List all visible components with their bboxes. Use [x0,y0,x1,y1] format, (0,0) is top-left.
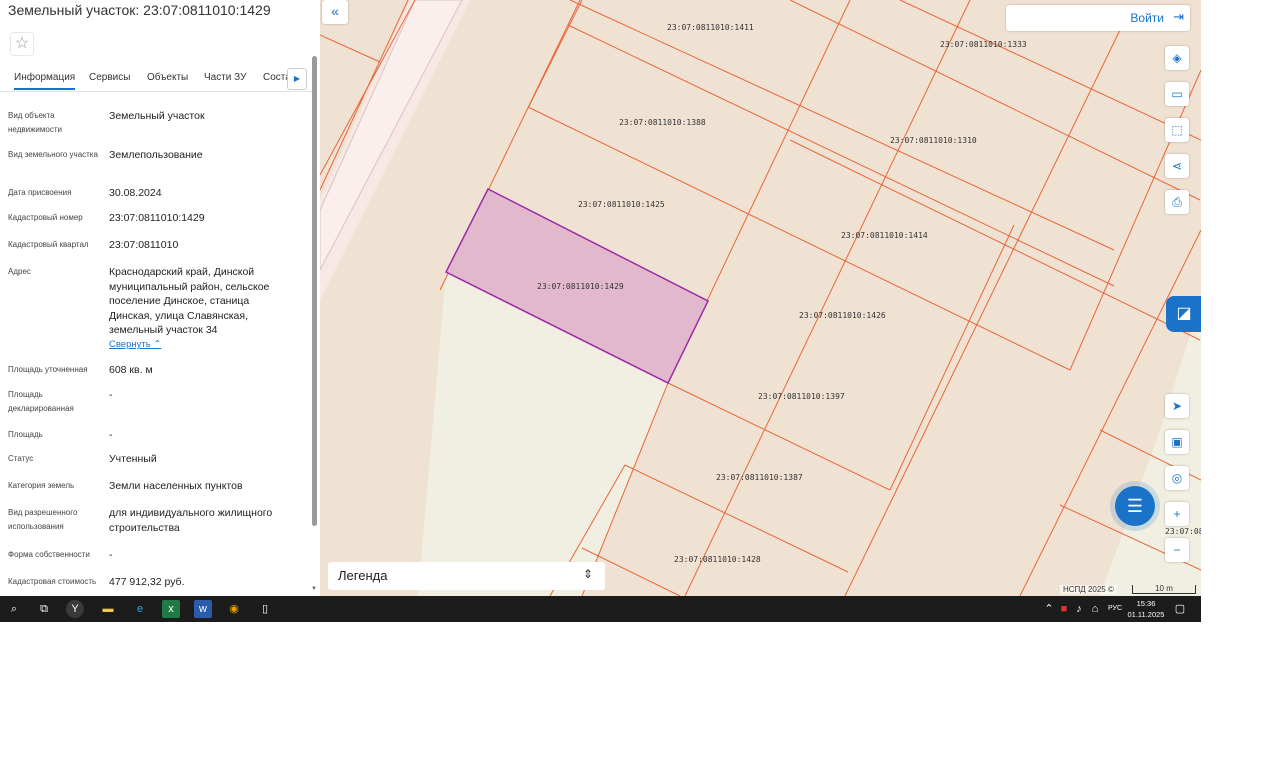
field-value: Землепользование [109,149,203,161]
area-select-icon[interactable]: ⬚ [1165,118,1189,142]
clock-date: 01.11.2025 [1127,610,1165,619]
tab-bar: Информация Сервисы Объекты Части ЗУ Сост… [0,66,312,92]
tab-parts[interactable]: Части ЗУ [204,72,246,83]
field-label: Площадь [8,430,43,439]
document-icon[interactable]: ▯ [256,600,274,618]
field-label: Вид земельного участка [8,150,98,159]
clock[interactable]: 15:36 01.11.2025 [1125,598,1167,620]
field-value: - [109,549,113,561]
field-value: Земельный участок [109,110,205,122]
windows-taskbar: ⌕ ⧉ Y ▬ e x w ◉ ▯ ⌃ ■ ♪ ⌂ РУС ▢ [0,596,1201,622]
copyright-text: НСПД 2025 © [1060,585,1117,594]
favorite-star-icon[interactable]: ☆ [10,32,34,56]
parcel-label-selected[interactable]: 23:07:0811010:1429 [537,282,624,291]
field-label: Вид разрешенного использования [8,508,78,531]
field-value: 30.08.2024 [109,187,162,199]
clock-time: 15:36 [1136,599,1156,608]
field-label: Кадастровый квартал [8,240,89,249]
parcel-label[interactable]: 23:07:0811010:1414 [841,231,928,240]
field-label: Адрес [8,267,31,276]
field-label: Площадь уточненная [8,365,88,374]
info-panel: Земельный участок: 23:07:0811010:1429 ☆ … [0,0,320,596]
legend-label[interactable]: Легенда [338,568,387,583]
language-indicator[interactable]: РУС [1104,600,1126,618]
ruler-icon[interactable]: ▭ [1165,82,1189,106]
parcel-label-cut: 23:07:08 [1165,527,1201,536]
field-value: 477 912,32 руб. [109,576,185,588]
parcel-label[interactable]: 23:07:0811010:1428 [674,555,761,564]
chevron-updown-icon: ⇕ [582,567,593,581]
field-label: Дата присвоения [8,188,72,197]
task-view-icon[interactable]: ⧉ [35,600,53,618]
zoom-in-icon[interactable]: + [1165,502,1189,526]
field-label: Кадастровый номер [8,213,83,222]
parcel-label[interactable]: 23:07:0811010:1425 [578,200,665,209]
login-label[interactable]: Войти [1130,11,1164,25]
field-label: Форма собственности [8,550,90,559]
field-value: 23:07:0811010 [109,239,179,251]
file-explorer-icon[interactable]: ▬ [99,600,117,618]
locate-icon[interactable]: ➤ [1165,394,1189,418]
minimap-icon[interactable]: ▣ [1165,430,1189,454]
parcel-label[interactable]: 23:07:0811010:1387 [716,473,803,482]
search-icon[interactable]: ⌕ [5,600,23,618]
field-label: Площадь декларированная [8,390,74,413]
zoom-out-icon[interactable]: − [1165,538,1189,562]
yandex-browser-icon[interactable]: Y [66,600,84,618]
excel-icon[interactable]: x [162,600,180,618]
tabs-next-arrow-icon[interactable]: ▶ [287,68,307,90]
scale-bar: 10 m [1132,585,1196,594]
share-icon[interactable]: ⋖ [1165,154,1189,178]
field-label: Кадастровая стоимость [8,577,97,586]
word-icon[interactable]: w [194,600,212,618]
chrome-icon[interactable]: ◉ [225,600,243,618]
field-value: - [109,429,113,441]
field-value: для индивидуального жилищного строительс… [109,507,273,534]
tab-services[interactable]: Сервисы [89,72,130,83]
parcel-label[interactable]: 23:07:0811010:1310 [890,136,977,145]
scroll-down-arrow-icon[interactable]: ▼ [311,586,317,592]
parcel-label[interactable]: 23:07:0811010:1411 [667,23,754,32]
map-canvas[interactable]: 23:07:0811010:1411 23:07:0811010:1333 23… [320,0,1201,596]
parcel-label[interactable]: 23:07:0811010:1397 [758,392,845,401]
panel-scrollbar[interactable] [312,56,317,526]
field-value: - [109,389,113,401]
parcel-label[interactable]: 23:07:0811010:1388 [619,118,706,127]
field-value: Учтенный [109,453,157,465]
chevron-up-icon: ⌃ [153,339,162,350]
collapse-link-label[interactable]: Свернуть [109,339,151,350]
field-value: 23:07:0811010:1429 [109,212,205,224]
legend-dropdown[interactable]: Легенда ⇕ [328,562,605,590]
edge-icon[interactable]: e [131,600,149,618]
field-label: Вид объекта недвижимости [8,111,62,134]
map-svg: 23:07:0811010:1411 23:07:0811010:1333 23… [320,0,1201,596]
layers-icon[interactable]: ◈ [1165,46,1189,70]
field-value: Земли населенных пунктов [109,480,243,492]
collapse-panel-button[interactable]: « [322,0,348,24]
notifications-icon[interactable]: ▢ [1171,600,1189,618]
network-icon[interactable]: ⌂ [1086,600,1104,618]
field-value: Краснодарский край, Динской муниципальны… [109,266,270,336]
tab-objects[interactable]: Объекты [147,72,188,83]
collapse-link[interactable]: Свернуть ⌃ [109,339,161,350]
tab-information[interactable]: Информация [14,72,76,90]
login-button[interactable]: Войти ⇥ [1006,5,1190,31]
field-label: Категория земель [8,481,75,490]
login-icon: ⇥ [1173,9,1184,24]
side-widget-icon[interactable]: ◪ [1166,296,1201,332]
parcel-label[interactable]: 23:07:0811010:1333 [940,40,1027,49]
print-icon[interactable]: ⎙ [1165,190,1189,214]
page-title: Земельный участок: 23:07:0811010:1429 [8,2,271,18]
chat-icon[interactable]: ☰ [1115,486,1155,526]
search-location-icon[interactable]: ◎ [1165,466,1189,490]
parcel-label[interactable]: 23:07:0811010:1426 [799,311,886,320]
field-value: 608 кв. м [109,364,153,376]
field-label: Статус [8,454,34,463]
